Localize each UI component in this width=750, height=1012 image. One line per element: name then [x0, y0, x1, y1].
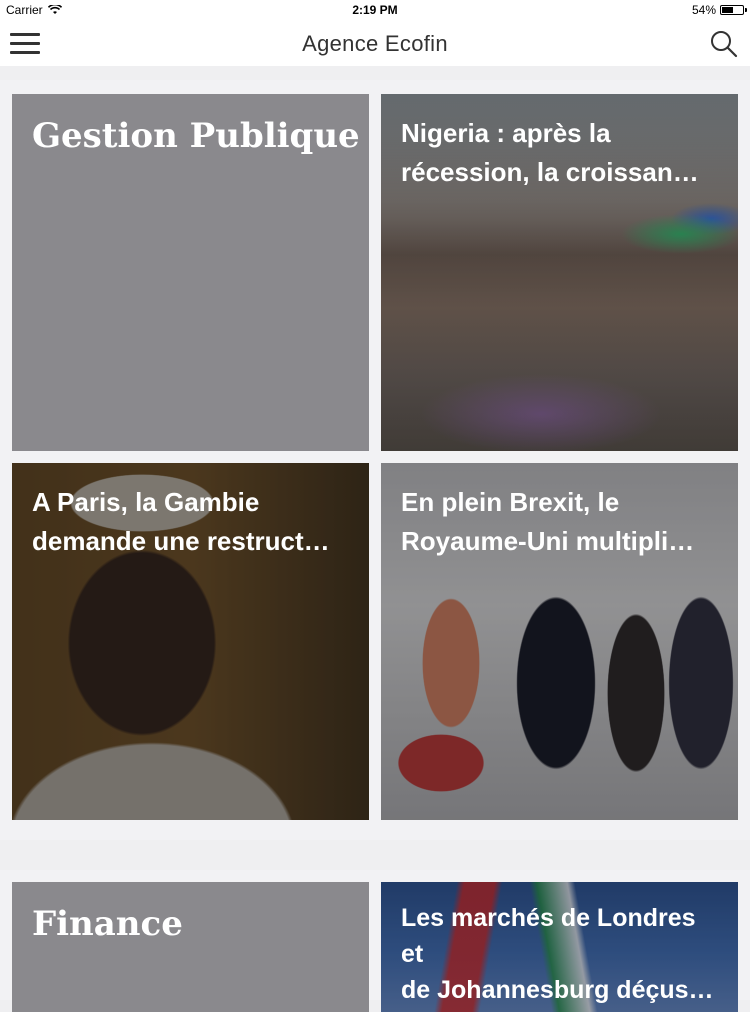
status-time: 2:19 PM	[352, 3, 398, 17]
category-tile-gestion-publique[interactable]: Gestion Publique	[12, 94, 369, 451]
article-tile-brexit[interactable]: En plein Brexit, le Royaume-Uni multipli…	[381, 463, 738, 820]
article-headline: A Paris, la Gambie demande une restruct…	[32, 487, 330, 556]
article-tile-londres-johannesburg[interactable]: Les marchés de Londres et de Johannesbur…	[381, 882, 738, 1012]
category-title: Finance	[32, 904, 183, 944]
battery-percent: 54%	[691, 3, 716, 17]
article-headline: Les marchés de Londres et de Johannesbur…	[401, 904, 714, 1004]
article-tile-gambie[interactable]: A Paris, la Gambie demande une restruct…	[12, 463, 369, 820]
navigation-bar: Agence Ecofin	[0, 22, 750, 66]
category-title: Gestion Publique	[32, 116, 360, 156]
article-tile-nigeria[interactable]: Nigeria : après la récession, la croissa…	[381, 94, 738, 451]
status-bar: Carrier 2:19 PM 54%	[0, 0, 750, 22]
app-title: Agence Ecofin	[302, 31, 448, 56]
battery-level	[722, 7, 733, 13]
article-headline: Nigeria : après la récession, la croissa…	[401, 118, 699, 187]
category-tile-finance[interactable]: Finance	[12, 882, 369, 1012]
search-button[interactable]	[708, 28, 740, 60]
section-finance: Finance Les marchés de Londres et de Joh…	[0, 870, 750, 1012]
battery-icon	[720, 5, 747, 15]
section-gestion-publique: Gestion Publique Nigeria : après la réce…	[0, 80, 750, 840]
search-icon	[711, 31, 738, 58]
article-headline: En plein Brexit, le Royaume-Uni multipli…	[401, 487, 695, 556]
